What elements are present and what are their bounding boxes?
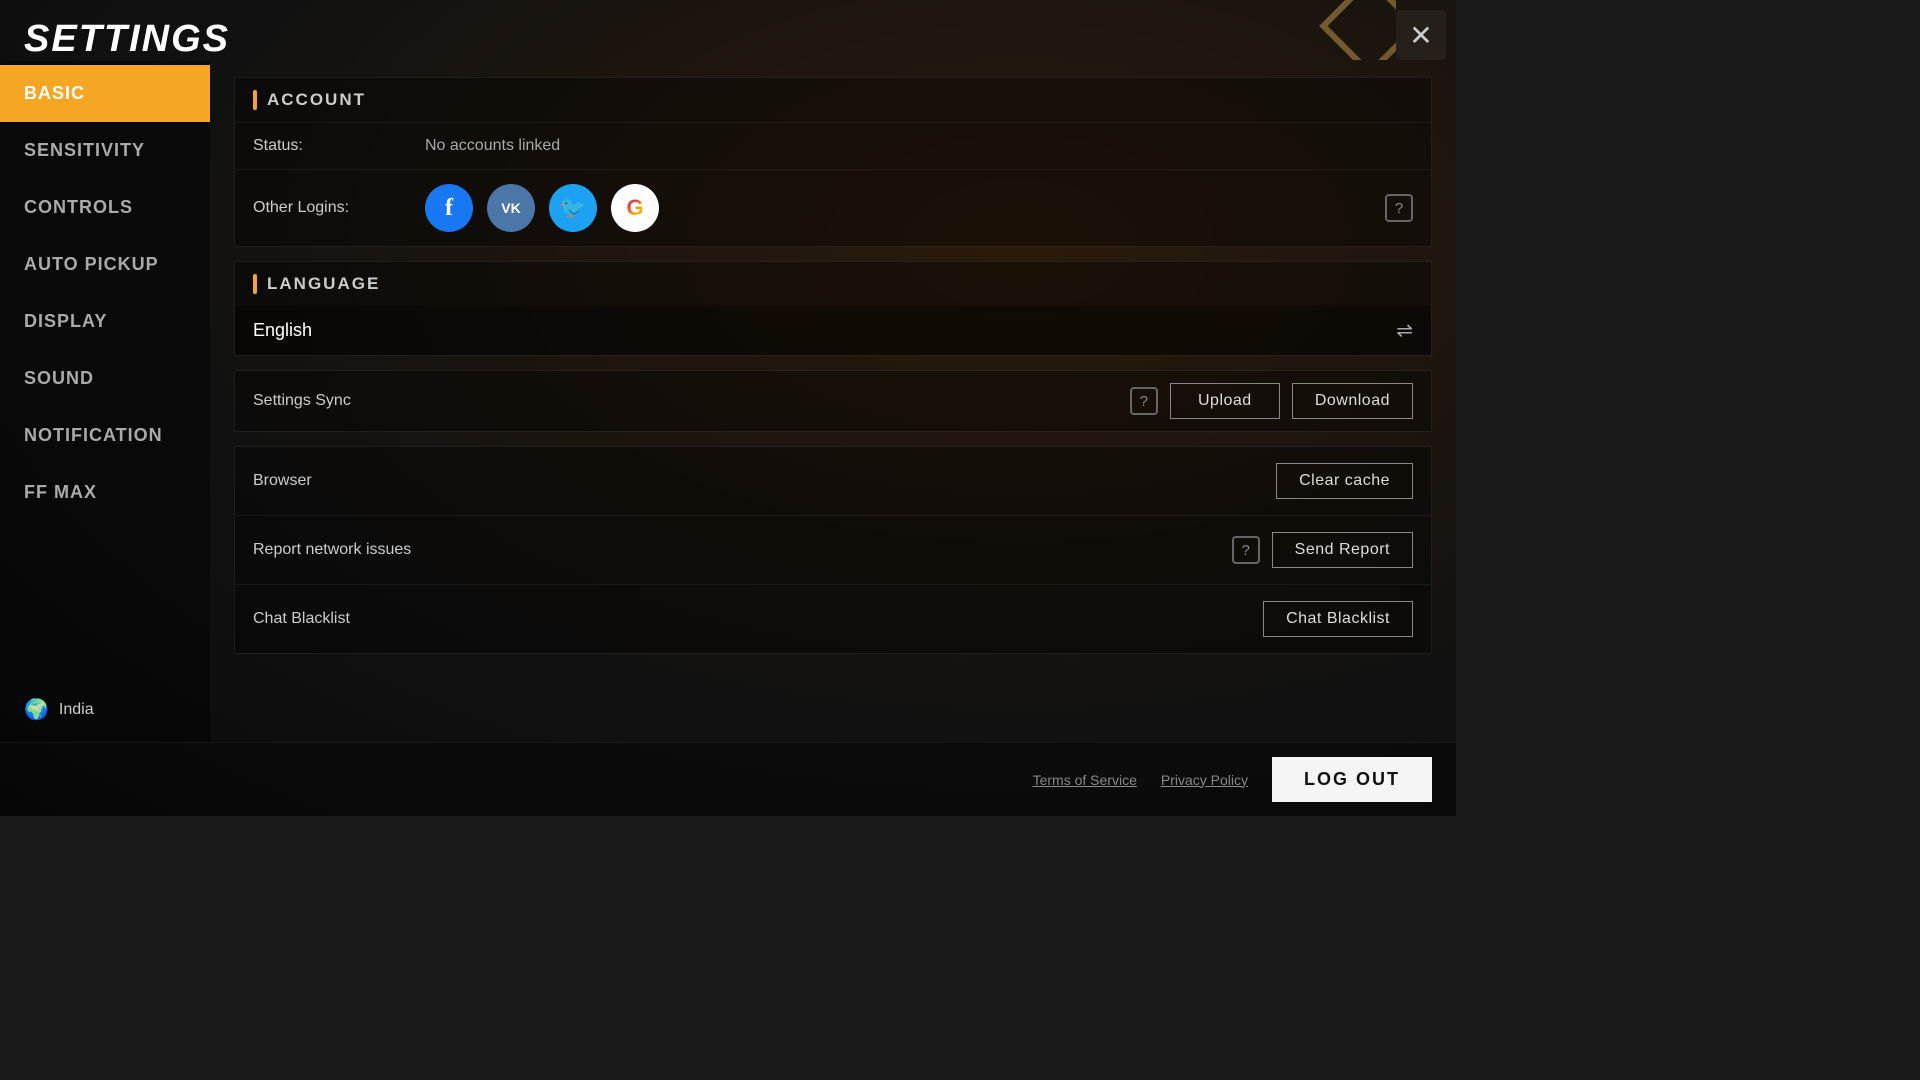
section-accent-2 [253, 274, 257, 294]
sidebar-item-basic[interactable]: BASIC [0, 65, 210, 122]
sidebar-item-sensitivity[interactable]: SENSITIVITY [0, 122, 210, 179]
report-help-icon[interactable]: ? [1232, 536, 1260, 564]
other-logins-label: Other Logins: [253, 199, 413, 217]
sidebar-item-sound[interactable]: SOUND [0, 350, 210, 407]
chat-blacklist-label: Chat Blacklist [253, 610, 1263, 628]
download-button[interactable]: Download [1292, 383, 1413, 419]
account-section-body: Status: No accounts linked Other Logins:… [235, 122, 1431, 246]
privacy-policy-link[interactable]: Privacy Policy [1161, 772, 1248, 788]
page-title: SETTINGS [24, 18, 230, 61]
report-network-row: Report network issues ? Send Report [235, 516, 1431, 585]
status-row: Status: No accounts linked [235, 122, 1431, 169]
other-logins-row: Other Logins: f VK 🐦 [235, 169, 1431, 246]
sidebar-item-controls[interactable]: CONTROLS [0, 179, 210, 236]
settings-sync-label: Settings Sync [253, 392, 1130, 410]
header: SETTINGS [0, 0, 1456, 61]
google-icon: G [626, 195, 643, 221]
vk-login-button[interactable]: VK [487, 184, 535, 232]
settings-sync-section: Settings Sync ? Upload Download [234, 370, 1432, 432]
language-current: English [253, 320, 312, 341]
settings-sync-actions: ? Upload Download [1130, 383, 1413, 419]
settings-sync-row: Settings Sync ? Upload Download [235, 371, 1431, 431]
language-section: LANGUAGE English ⇌ [234, 261, 1432, 356]
account-section: ACCOUNT Status: No accounts linked Other… [234, 77, 1432, 247]
facebook-login-button[interactable]: f [425, 184, 473, 232]
browser-row: Browser Clear cache [235, 447, 1431, 516]
content-area: ACCOUNT Status: No accounts linked Other… [210, 61, 1456, 742]
social-icons-group: f VK 🐦 G [425, 184, 659, 232]
language-section-header: LANGUAGE [235, 262, 1431, 306]
globe-icon: 🌍 [24, 697, 49, 722]
report-network-label: Report network issues [253, 541, 1232, 559]
twitter-login-button[interactable]: 🐦 [549, 184, 597, 232]
send-report-button[interactable]: Send Report [1272, 532, 1413, 568]
main-layout: BASIC SENSITIVITY CONTROLS AUTO PICKUP D… [0, 61, 1456, 742]
close-button[interactable]: ✕ [1396, 10, 1446, 60]
sidebar-item-auto-pickup[interactable]: AUTO PICKUP [0, 236, 210, 293]
status-label: Status: [253, 137, 413, 155]
logout-button[interactable]: LOG OUT [1272, 757, 1432, 802]
section-accent [253, 90, 257, 110]
twitter-icon: 🐦 [559, 195, 586, 221]
browser-label: Browser [253, 472, 1276, 490]
chat-blacklist-row: Chat Blacklist Chat Blacklist [235, 585, 1431, 653]
terms-of-service-link[interactable]: Terms of Service [1033, 772, 1137, 788]
corner-decoration [1316, 0, 1396, 60]
footer-bar: Terms of Service Privacy Policy LOG OUT [0, 742, 1456, 816]
other-logins-help-icon[interactable]: ? [1385, 194, 1413, 222]
vk-icon: VK [501, 200, 520, 216]
chat-blacklist-button[interactable]: Chat Blacklist [1263, 601, 1413, 637]
clear-cache-button[interactable]: Clear cache [1276, 463, 1413, 499]
language-selector[interactable]: English ⇌ [235, 306, 1431, 355]
sidebar-item-display[interactable]: DISPLAY [0, 293, 210, 350]
swap-icon: ⇌ [1396, 318, 1413, 343]
facebook-icon: f [445, 195, 453, 222]
account-section-header: ACCOUNT [235, 78, 1431, 122]
upload-button[interactable]: Upload [1170, 383, 1280, 419]
misc-section: Browser Clear cache Report network issue… [234, 446, 1432, 654]
sidebar: BASIC SENSITIVITY CONTROLS AUTO PICKUP D… [0, 61, 210, 742]
sidebar-item-notification[interactable]: NOTIFICATION [0, 407, 210, 464]
sidebar-footer: 🌍 India [0, 677, 210, 742]
status-value: No accounts linked [425, 137, 560, 155]
google-login-button[interactable]: G [611, 184, 659, 232]
sidebar-item-ff-max[interactable]: FF MAX [0, 464, 210, 521]
settings-sync-help-icon[interactable]: ? [1130, 387, 1158, 415]
region-label: India [59, 701, 94, 719]
